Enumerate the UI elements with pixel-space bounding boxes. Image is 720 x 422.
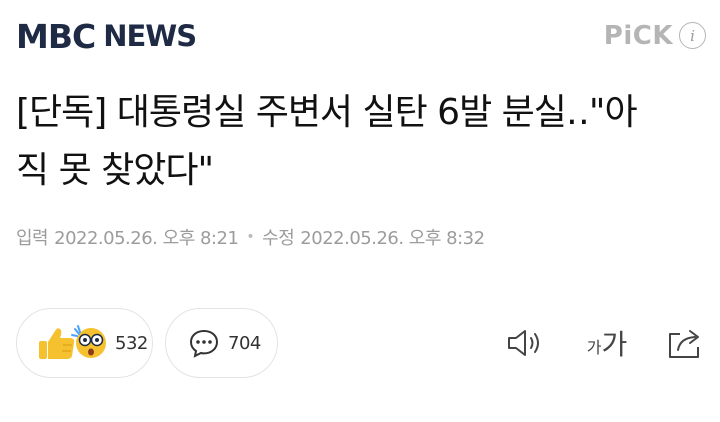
font-size-button[interactable]: 가 가: [580, 323, 634, 363]
comment-button[interactable]: 704: [165, 308, 278, 378]
logo-mbc: MBC: [16, 16, 96, 56]
pick-label: PiCK: [603, 20, 673, 51]
header: MBC NEWS PiCK i: [16, 18, 706, 56]
comment-bubble-icon: [189, 329, 219, 358]
read-aloud-button[interactable]: [504, 323, 546, 363]
published-label: 입력: [16, 228, 49, 249]
article-dates: 입력 2022.05.26. 오후 8:21 • 수정 2022.05.26. …: [16, 224, 485, 250]
reaction-count: 532: [115, 332, 148, 354]
reaction-icons: [39, 325, 106, 359]
speaker-icon: [508, 330, 539, 356]
font-large-glyph: 가: [601, 328, 628, 361]
comment-count: 704: [228, 332, 261, 354]
reaction-button[interactable]: 532: [16, 308, 153, 378]
info-icon[interactable]: i: [679, 22, 706, 49]
share-button[interactable]: [664, 323, 706, 363]
pick-badge[interactable]: PiCK i: [604, 22, 706, 49]
article-title: [단독] 대통령실 주변서 실탄 6발 분실‥"아직 못 찾았다": [16, 92, 638, 191]
updated-date: 2022.05.26. 오후 8:32: [300, 228, 485, 249]
font-small-glyph: 가: [586, 338, 602, 357]
mbc-news-logo[interactable]: MBC NEWS: [16, 16, 197, 56]
published-date: 2022.05.26. 오후 8:21: [54, 228, 239, 249]
article-toolbar: 가 가: [504, 323, 706, 363]
thumbs-up-icon: [39, 328, 75, 359]
logo-news: NEWS: [103, 18, 197, 53]
reaction-emojis: [37, 323, 107, 363]
share-icon: [669, 330, 699, 358]
separator-dot: •: [246, 229, 255, 245]
updated-label: 수정: [262, 228, 295, 249]
surprised-face-icon: [71, 325, 106, 358]
